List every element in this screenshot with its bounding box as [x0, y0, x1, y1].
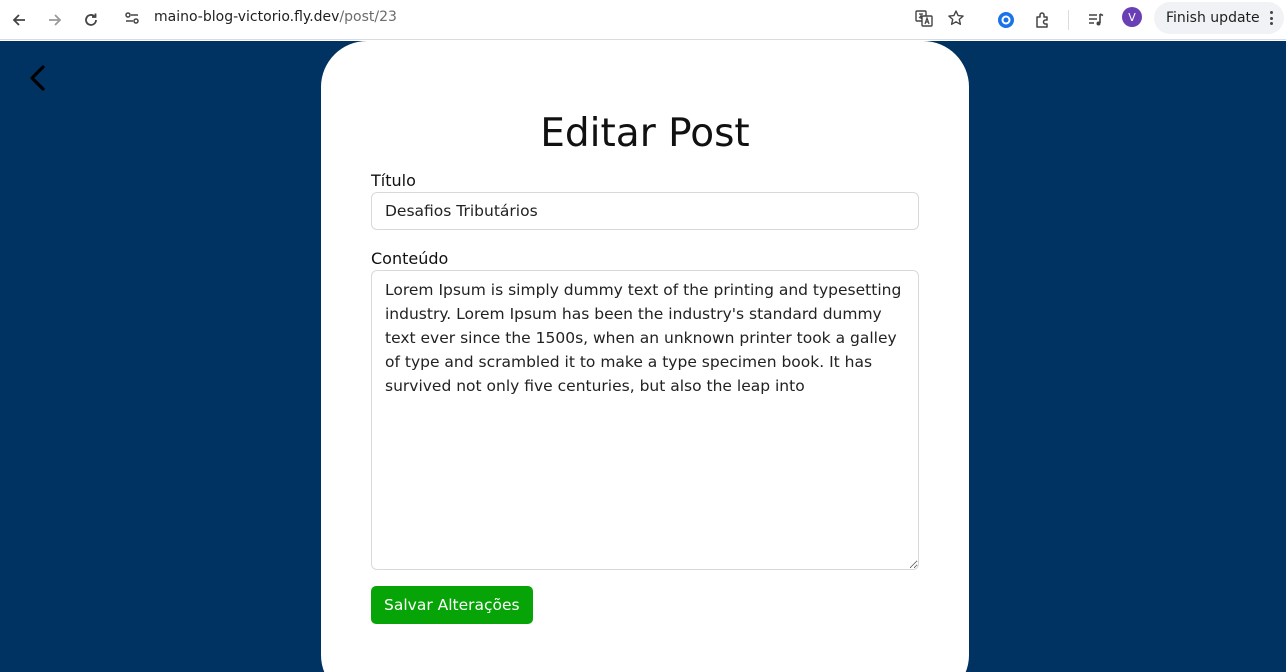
title-input[interactable] — [371, 192, 919, 230]
content-label: Conteúdo — [371, 249, 449, 268]
back-arrow-icon[interactable] — [7, 8, 31, 32]
media-controls-icon[interactable] — [1084, 8, 1108, 32]
page-background: Editar Post Título Conteúdo Lorem Ipsum … — [0, 41, 1286, 672]
finish-update-button[interactable]: Finish update — [1154, 2, 1284, 34]
save-changes-button[interactable]: Salvar Alterações — [371, 586, 533, 624]
content-textarea[interactable]: Lorem Ipsum is simply dummy text of the … — [371, 270, 919, 570]
reload-icon[interactable] — [79, 8, 103, 32]
kebab-menu-icon — [1270, 11, 1274, 25]
title-label: Título — [371, 171, 416, 190]
url-path: /post/23 — [339, 9, 397, 25]
url-text: maino-blog-victorio.fly.dev/post/23 — [154, 9, 397, 25]
page-title: Editar Post — [540, 111, 750, 156]
url-host: maino-blog-victorio.fly.dev — [154, 9, 340, 25]
toolbar-divider — [1068, 10, 1069, 30]
extension-icon[interactable] — [994, 8, 1018, 32]
back-chevron-icon[interactable] — [24, 63, 50, 93]
forward-arrow-icon[interactable] — [43, 8, 67, 32]
finish-update-label: Finish update — [1166, 10, 1260, 26]
address-bar[interactable]: maino-blog-victorio.fly.dev/post/23 — [114, 2, 980, 34]
edit-post-card: Editar Post Título Conteúdo Lorem Ipsum … — [321, 41, 969, 672]
profile-avatar[interactable]: V — [1122, 7, 1142, 27]
site-settings-icon[interactable] — [122, 8, 142, 28]
browser-toolbar: maino-blog-victorio.fly.dev/post/23 V Fi… — [0, 0, 1286, 40]
bookmark-star-icon[interactable] — [946, 8, 966, 28]
translate-icon[interactable] — [914, 8, 934, 28]
extensions-puzzle-icon[interactable] — [1031, 8, 1055, 32]
